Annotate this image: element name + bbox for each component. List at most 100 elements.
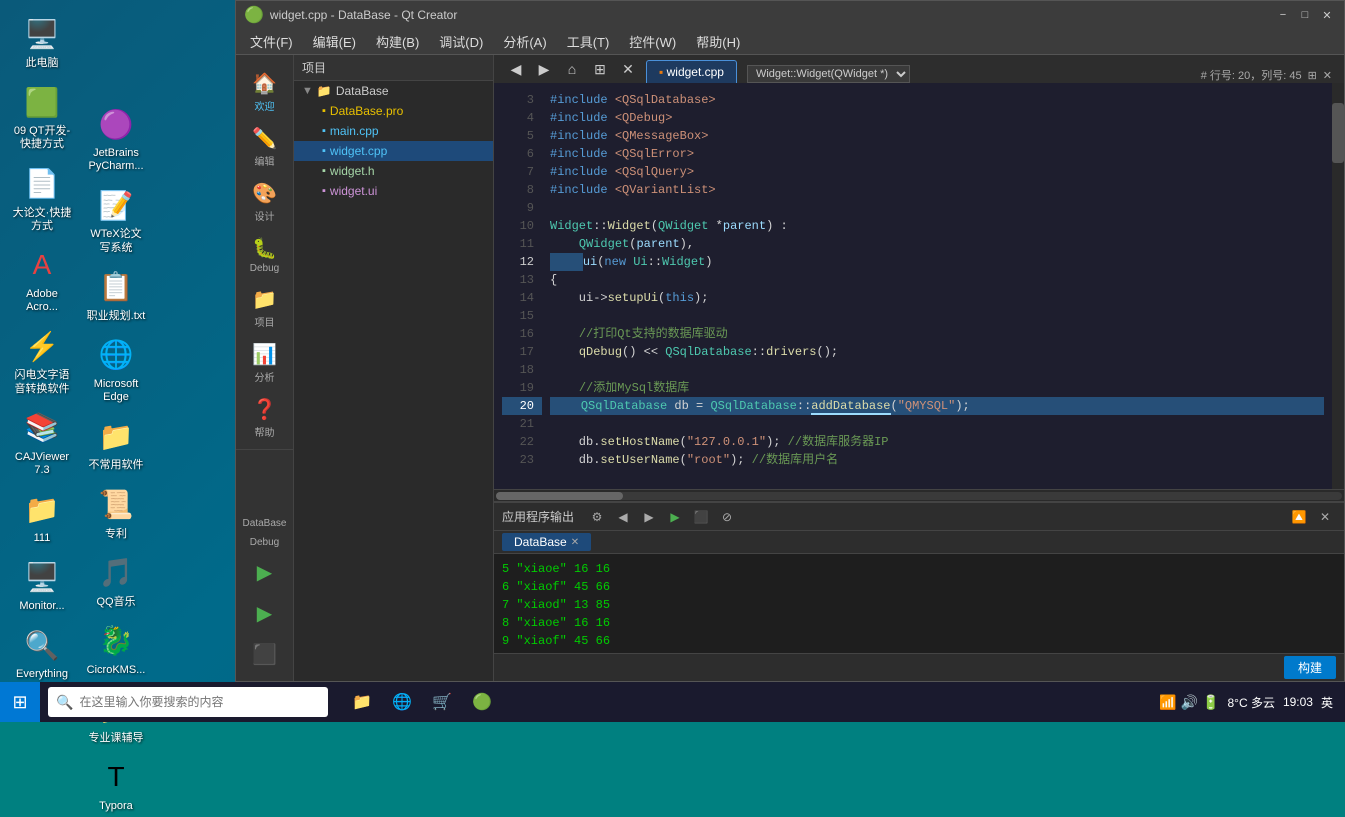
lt-analyze-btn[interactable]: 📊 分析 bbox=[241, 336, 289, 390]
code-line-8: #include <QVariantList> bbox=[550, 181, 1324, 199]
lt-project-btn[interactable]: 📁 项目 bbox=[241, 281, 289, 335]
tree-database-pro[interactable]: ▪ DataBase.pro bbox=[294, 101, 493, 121]
nav-home-btn[interactable]: ⌂ bbox=[560, 57, 584, 81]
desktop-icon-cajviewer[interactable]: 📚 CAJViewer 7.3 bbox=[8, 404, 76, 481]
tree-database-root[interactable]: ▼ 📁 DataBase bbox=[294, 81, 493, 101]
output-close-btn[interactable]: ✕ bbox=[1314, 506, 1336, 528]
code-left-margin bbox=[494, 83, 502, 489]
desktop-icon-thesis[interactable]: 📄 大论文·快捷方式 bbox=[8, 160, 76, 237]
desktop-icon-edge[interactable]: 🌐 Microsoft Edge bbox=[82, 331, 150, 408]
folder-icon: 📁 bbox=[317, 84, 332, 98]
output-run-btn[interactable]: ▶ bbox=[664, 506, 686, 528]
output-fwd-btn[interactable]: ▶ bbox=[638, 506, 660, 528]
output-expand-btn[interactable]: 🔼 bbox=[1288, 506, 1310, 528]
code-line-20: QSqlDatabase db = QSqlDatabase::addDatab… bbox=[550, 397, 1324, 415]
build-button[interactable]: 构建 bbox=[1284, 656, 1336, 679]
desktop-icon-flash[interactable]: ⚡ 闪电文字语音转换软件 bbox=[8, 322, 76, 399]
desktop-icon-monitor[interactable]: 🖥️ Monitor... bbox=[8, 553, 76, 617]
menu-analyze[interactable]: 分析(A) bbox=[493, 30, 556, 53]
line-num-15: 15 bbox=[502, 307, 542, 325]
output-line-6: 6 "xiaof" 45 66 bbox=[502, 578, 1336, 596]
project-tree: 项目 ▼ 📁 DataBase ▪ DataBase.pro ▪ main.cp… bbox=[294, 55, 494, 681]
hscroll-thumb bbox=[496, 492, 623, 500]
output-title: 应用程序输出 bbox=[502, 508, 574, 525]
output-settings-btn[interactable]: ⚙ bbox=[586, 506, 608, 528]
desktop-icon-everything[interactable]: 🔍 Everything bbox=[8, 621, 76, 685]
nav-split-btn[interactable]: ⊞ bbox=[588, 57, 612, 81]
taskbar-app-qt[interactable]: 🟢 bbox=[464, 684, 500, 720]
horizontal-scrollbar[interactable] bbox=[494, 489, 1344, 501]
menu-debug[interactable]: 调试(D) bbox=[429, 30, 493, 53]
tree-expand-icon: ▼ bbox=[302, 85, 313, 97]
encoding-btn[interactable]: ⊞ bbox=[1308, 69, 1317, 82]
desktop-icon-wtex[interactable]: 📝 WTeX论文写系统 bbox=[82, 181, 150, 258]
code-content: 3 4 5 6 7 8 9 10 11 12 13 14 15 bbox=[494, 83, 1344, 489]
nav-fwd-btn[interactable]: ▶ bbox=[532, 57, 556, 81]
taskbar-app-explorer[interactable]: 📁 bbox=[344, 684, 380, 720]
desktop-icon-jetbrains[interactable]: 🟣 JetBrains PyCharm... bbox=[82, 100, 150, 177]
taskbar-lang[interactable]: 英 bbox=[1321, 694, 1333, 711]
menu-help[interactable]: 帮助(H) bbox=[686, 30, 750, 53]
code-line-6: #include <QSqlError> bbox=[550, 145, 1324, 163]
tree-main-cpp[interactable]: ▪ main.cpp bbox=[294, 121, 493, 141]
close-button[interactable]: ✕ bbox=[1318, 6, 1336, 24]
line-num-13: 13 bbox=[502, 271, 542, 289]
desktop-icon-career[interactable]: 📋 职业规划.txt bbox=[82, 263, 150, 327]
file-tab-widget-cpp[interactable]: ▪ widget.cpp bbox=[646, 60, 737, 83]
computer-icon: 🖥️ bbox=[22, 14, 62, 54]
tree-widget-ui[interactable]: ▪ widget.ui bbox=[294, 181, 493, 201]
close-tab-btn[interactable]: ✕ bbox=[1323, 69, 1332, 82]
nav-close-btn[interactable]: ✕ bbox=[616, 57, 640, 81]
desktop-icon-adobe[interactable]: A Adobe Acro... bbox=[8, 241, 76, 318]
class-selector[interactable]: Widget::Widget(QWidget *) bbox=[747, 65, 910, 83]
cpp-tab-icon: ▪ bbox=[659, 65, 663, 79]
taskbar-app-edge[interactable]: 🌐 bbox=[384, 684, 420, 720]
lt-edit-btn[interactable]: ✏️ 编辑 bbox=[241, 120, 289, 174]
lt-design-btn[interactable]: 🎨 设计 bbox=[241, 175, 289, 229]
pro-file-icon: ▪ bbox=[322, 105, 326, 117]
taskbar-app-store[interactable]: 🛒 bbox=[424, 684, 460, 720]
welcome-icon: 🏠 bbox=[252, 71, 277, 96]
minimize-button[interactable]: − bbox=[1274, 6, 1292, 24]
menu-file[interactable]: 文件(F) bbox=[240, 30, 303, 53]
start-button[interactable]: ⊞ bbox=[0, 682, 40, 722]
code-line-11: QWidget(parent), bbox=[550, 235, 1324, 253]
file-position-info: # 行号: 20，列号: 45 ⊞ ✕ bbox=[1193, 67, 1340, 83]
desktop-icon-patent[interactable]: 📜 专利 bbox=[82, 481, 150, 545]
tree-widget-cpp[interactable]: ▪ widget.cpp bbox=[294, 141, 493, 161]
nav-back-btn[interactable]: ◀ bbox=[504, 57, 528, 81]
tree-widget-h[interactable]: ▪ widget.h bbox=[294, 161, 493, 181]
output-database-tab[interactable]: DataBase ✕ bbox=[502, 533, 591, 551]
menu-edit[interactable]: 编辑(E) bbox=[303, 30, 366, 53]
lt-debug-btn[interactable]: 🐛 Debug bbox=[241, 230, 289, 280]
taskbar-search-input[interactable] bbox=[79, 695, 320, 709]
code-lines[interactable]: #include <QSqlDatabase> #include <QDebug… bbox=[542, 83, 1332, 489]
lt-welcome-btn[interactable]: 🏠 欢迎 bbox=[241, 65, 289, 119]
output-stop-btn[interactable]: ⬛ bbox=[690, 506, 712, 528]
desktop-icon-computer[interactable]: 🖥️ 此电脑 bbox=[8, 10, 76, 74]
desktop-icon-unused[interactable]: 📁 不常用软件 bbox=[82, 412, 150, 476]
desktop-icon-microkms[interactable]: 🐉 CicroKMS... bbox=[82, 617, 150, 681]
code-line-7: #include <QSqlQuery> bbox=[550, 163, 1324, 181]
line-num-7: 7 bbox=[502, 163, 542, 181]
debug-run-icon: ▶ bbox=[257, 601, 272, 626]
debug-run-button[interactable]: ▶ bbox=[241, 595, 289, 632]
vertical-scrollbar[interactable] bbox=[1332, 83, 1344, 489]
menu-build[interactable]: 构建(B) bbox=[366, 30, 429, 53]
maximize-button[interactable]: □ bbox=[1296, 6, 1314, 24]
desktop-icon-qqmusic[interactable]: 🎵 QQ音乐 bbox=[82, 549, 150, 613]
main-content: 🏠 欢迎 ✏️ 编辑 🎨 设计 🐛 Debug bbox=[236, 55, 1344, 681]
output-clear-btn[interactable]: ⊘ bbox=[716, 506, 738, 528]
stop-button[interactable]: ⬛ bbox=[241, 636, 289, 673]
desktop-icon-qt[interactable]: 🟩 09 QT开发-快捷方式 bbox=[8, 78, 76, 155]
menu-widgets[interactable]: 控件(W) bbox=[619, 30, 686, 53]
output-back-btn[interactable]: ◀ bbox=[612, 506, 634, 528]
desktop-icon-111[interactable]: 📁 111 bbox=[8, 485, 76, 549]
lt-help-btn[interactable]: ❓ 帮助 bbox=[241, 391, 289, 445]
code-editor[interactable]: 3 4 5 6 7 8 9 10 11 12 13 14 15 bbox=[494, 83, 1344, 501]
run-button[interactable]: ▶ bbox=[241, 554, 289, 591]
desktop-icon-typora[interactable]: T Typora bbox=[82, 753, 150, 817]
line-num-6: 6 bbox=[502, 145, 542, 163]
menu-tools[interactable]: 工具(T) bbox=[557, 30, 620, 53]
close-output-tab[interactable]: ✕ bbox=[571, 537, 579, 548]
